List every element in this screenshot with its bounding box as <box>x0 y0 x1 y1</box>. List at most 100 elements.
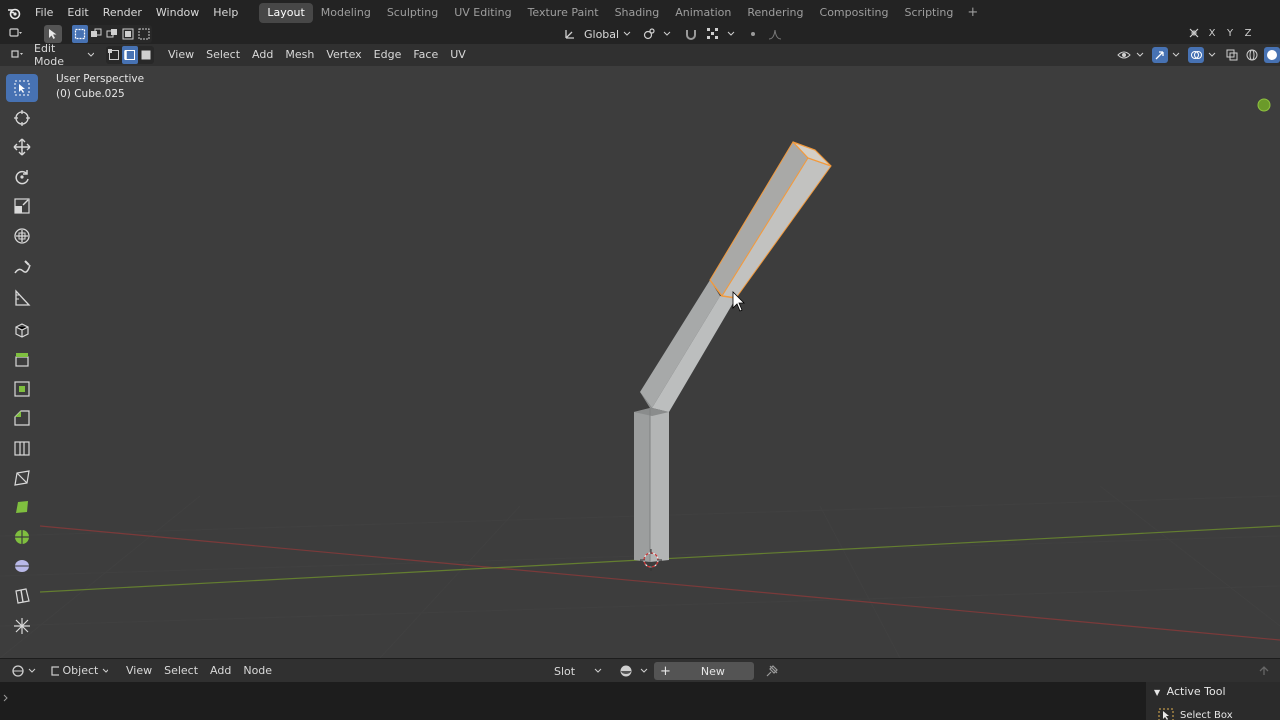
menu-select[interactable]: Select <box>200 45 246 65</box>
node-menu-add[interactable]: Add <box>204 661 237 681</box>
loop-cut-icon <box>14 441 30 456</box>
shader-editor-area[interactable] <box>0 682 1280 720</box>
tab-shading[interactable]: Shading <box>607 3 668 23</box>
add-cube-icon <box>15 322 29 338</box>
tool-extrude[interactable] <box>6 345 38 373</box>
tab-compositing[interactable]: Compositing <box>812 3 897 23</box>
mode-dropdown[interactable]: Edit Mode <box>28 42 100 68</box>
tab-animation[interactable]: Animation <box>667 3 739 23</box>
menu-vertex[interactable]: Vertex <box>320 45 367 65</box>
chevron-down-icon <box>663 31 671 36</box>
visibility-icon[interactable] <box>1116 47 1132 63</box>
select-new-icon[interactable] <box>72 25 88 43</box>
select-subtract-icon[interactable] <box>104 25 120 43</box>
overlays-toggle-icon[interactable] <box>1188 47 1204 63</box>
bevel-icon <box>14 410 30 426</box>
tool-shrink-fatten[interactable] <box>6 612 38 640</box>
vertex-select-icon[interactable] <box>106 46 122 64</box>
menu-uv[interactable]: UV <box>444 45 472 65</box>
workspace-tabs: Layout Modeling Sculpting UV Editing Tex… <box>259 0 984 26</box>
blender-logo-icon[interactable] <box>0 0 28 26</box>
editor-type-3d-icon[interactable] <box>10 47 26 63</box>
mirror-z-toggle[interactable]: Z <box>1240 25 1256 41</box>
navigation-gizmo-y-icon[interactable] <box>1257 98 1271 112</box>
menu-view[interactable]: View <box>162 45 200 65</box>
tool-loop-cut[interactable] <box>6 434 38 462</box>
select-tool-icon[interactable] <box>44 25 62 43</box>
mirror-y-toggle[interactable]: Y <box>1222 25 1238 41</box>
tab-uv-editing[interactable]: UV Editing <box>446 3 519 23</box>
tab-rendering[interactable]: Rendering <box>739 3 811 23</box>
select-intersect-icon[interactable] <box>136 25 152 43</box>
tool-edge-slide[interactable] <box>6 582 38 610</box>
measure-icon <box>15 288 31 306</box>
tab-sculpting[interactable]: Sculpting <box>379 3 446 23</box>
solid-shading-icon[interactable] <box>1264 47 1280 63</box>
active-tool-title[interactable]: ▼ Active Tool <box>1154 685 1226 698</box>
proportional-editing-icon[interactable] <box>745 26 761 42</box>
tool-rotate[interactable] <box>6 163 38 191</box>
face-select-icon[interactable] <box>138 46 154 64</box>
proportional-falloff-icon[interactable] <box>767 26 783 42</box>
pivot-point-icon[interactable] <box>641 26 657 42</box>
sidebar-toggle-icon[interactable] <box>1256 663 1272 679</box>
tool-poly-build[interactable] <box>6 493 38 521</box>
mirror-x-toggle[interactable]: X <box>1204 25 1220 41</box>
tab-modeling[interactable]: Modeling <box>313 3 379 23</box>
tool-spin[interactable] <box>6 523 38 551</box>
mesh-middle-segment <box>640 280 736 412</box>
menu-window[interactable]: Window <box>149 3 206 23</box>
material-browse-icon[interactable] <box>618 663 634 679</box>
tool-smooth[interactable] <box>6 552 38 580</box>
add-workspace-button[interactable]: + <box>961 3 984 23</box>
move-icon <box>13 138 31 156</box>
chevron-down-icon: ▼ <box>1154 688 1161 697</box>
menu-help[interactable]: Help <box>206 3 245 23</box>
gizmo-toggle-icon[interactable] <box>1152 47 1168 63</box>
tool-inset[interactable] <box>6 375 38 403</box>
menu-render[interactable]: Render <box>96 3 149 23</box>
select-extend-icon[interactable] <box>88 25 104 43</box>
tool-add-cube[interactable] <box>6 316 38 344</box>
tool-measure[interactable] <box>6 284 38 312</box>
select-invert-icon[interactable] <box>120 25 136 43</box>
editor-type-icon[interactable] <box>8 25 24 41</box>
tool-annotate[interactable] <box>6 254 38 282</box>
transform-orientation-icon[interactable] <box>562 26 578 42</box>
menu-mesh[interactable]: Mesh <box>279 45 320 65</box>
xray-toggle-icon[interactable] <box>1224 47 1240 63</box>
menu-edit[interactable]: Edit <box>60 3 95 23</box>
menu-file[interactable]: File <box>28 3 60 23</box>
mirror-options-icon[interactable] <box>1186 25 1202 41</box>
node-menu-select[interactable]: Select <box>158 661 204 681</box>
tool-select-box[interactable] <box>6 74 38 102</box>
edge-select-icon[interactable] <box>122 46 138 64</box>
transform-orientation-dropdown[interactable]: Global <box>584 25 631 43</box>
tool-bevel[interactable] <box>6 404 38 432</box>
node-menu-view[interactable]: View <box>120 661 158 681</box>
tab-texture-paint[interactable]: Texture Paint <box>520 3 607 23</box>
menu-face[interactable]: Face <box>407 45 444 65</box>
active-tool-row[interactable]: Select Box <box>1158 708 1233 720</box>
menu-edge[interactable]: Edge <box>368 45 408 65</box>
tool-transform[interactable] <box>6 222 38 250</box>
tool-cursor[interactable] <box>6 104 38 132</box>
snap-toggle-icon[interactable] <box>683 26 699 42</box>
3d-viewport[interactable]: User Perspective (0) Cube.025 <box>0 66 1280 658</box>
new-material-button[interactable]: + New <box>654 662 754 680</box>
node-menu-node[interactable]: Node <box>237 661 278 681</box>
tool-move[interactable] <box>6 133 38 161</box>
menu-add[interactable]: Add <box>246 45 279 65</box>
knife-icon <box>14 469 30 486</box>
tool-scale[interactable] <box>6 192 38 220</box>
shader-type-dropdown[interactable]: Object <box>44 662 114 680</box>
snap-element-icon[interactable] <box>705 26 721 42</box>
chevron-right-icon[interactable] <box>2 694 10 702</box>
pin-icon[interactable] <box>764 663 780 679</box>
tab-scripting[interactable]: Scripting <box>896 3 961 23</box>
slot-dropdown[interactable]: Slot <box>548 662 608 680</box>
tab-layout[interactable]: Layout <box>259 3 313 23</box>
wireframe-shading-icon[interactable] <box>1244 47 1260 63</box>
tool-knife[interactable] <box>6 464 38 492</box>
editor-type-shader-icon[interactable] <box>10 663 26 679</box>
